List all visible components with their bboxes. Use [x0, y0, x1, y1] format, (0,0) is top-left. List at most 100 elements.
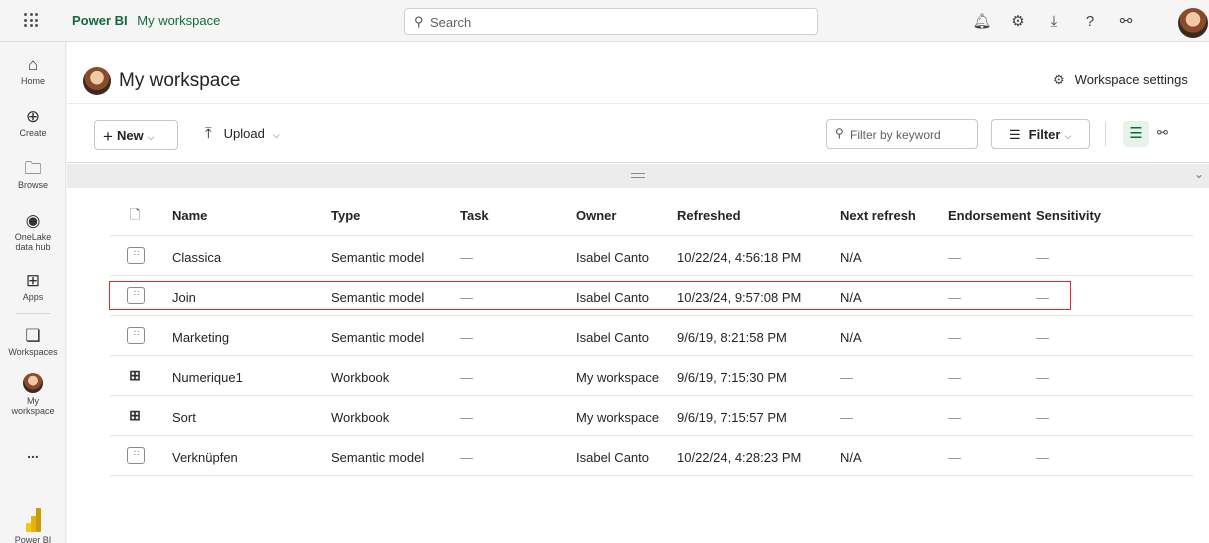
semantic-model-icon: ∷ [127, 247, 145, 264]
nav-divider [16, 313, 50, 314]
filter-button[interactable]: ☰ Filter ⌵ [991, 119, 1090, 149]
item-endorsement: — [948, 330, 961, 345]
semantic-model-icon: ∷ [127, 287, 145, 304]
column-header[interactable]: Refreshed [677, 208, 741, 223]
nav-onelake[interactable]: ◉ OneLake data hub [0, 211, 66, 253]
app-launcher-icon[interactable] [24, 13, 38, 27]
item-name[interactable]: Join [172, 290, 196, 305]
workspace-settings-label: Workspace settings [1074, 72, 1188, 87]
nav-more[interactable]: ... [0, 445, 66, 461]
app-name[interactable]: Power BI [72, 13, 128, 28]
toolbar-divider [1105, 122, 1106, 146]
breadcrumb-workspace[interactable]: My workspace [137, 13, 220, 28]
item-task: — [460, 450, 473, 465]
column-header[interactable]: Endorsement [948, 208, 1031, 223]
upload-button[interactable]: ⤒ Upload ⌵ [205, 125, 280, 142]
item-next-refresh: N/A [840, 330, 862, 345]
workspace-settings-button[interactable]: ⚙ Workspace settings [1053, 72, 1188, 88]
nav-label: data hub [15, 242, 51, 252]
nav-apps[interactable]: ⊞ Apps [0, 272, 66, 303]
item-endorsement: — [948, 290, 961, 305]
avatar [23, 373, 43, 393]
onelake-icon: ◉ [25, 211, 41, 230]
table-row[interactable]: ∷ Join Semantic model — Isabel Canto 10/… [110, 276, 1193, 316]
column-header[interactable]: Next refresh [840, 208, 916, 223]
item-task: — [460, 290, 473, 305]
item-next-refresh: N/A [840, 450, 862, 465]
nav-power-bi[interactable]: Power BI [0, 508, 66, 543]
list-view-icon[interactable]: ☰ [1123, 121, 1149, 147]
search-input[interactable]: ⚲ Search [404, 8, 818, 35]
item-name[interactable]: Verknüpfen [172, 450, 238, 465]
chevron-down-icon: ⌵ [1064, 131, 1072, 141]
item-name[interactable]: Numerique1 [172, 370, 243, 385]
workspace-header: My workspace ⚙ Workspace settings [67, 42, 1209, 104]
gear-icon[interactable]: ⚙ [1000, 12, 1036, 30]
nav-workspaces[interactable]: ❏ Workspaces [0, 327, 66, 358]
item-endorsement: — [948, 370, 961, 385]
lineage-view-icon[interactable]: ⚯ [1157, 125, 1168, 141]
table-row[interactable]: ∷ Verknüpfen Semantic model — Isabel Can… [110, 436, 1193, 476]
item-name[interactable]: Marketing [172, 330, 229, 345]
workbook-icon: ⊞ [129, 367, 141, 383]
nav-my-workspace[interactable]: My workspace [0, 373, 66, 416]
nav-label: Apps [22, 292, 44, 302]
table-row[interactable]: ∷ Marketing Semantic model — Isabel Cant… [110, 316, 1193, 356]
table-row[interactable]: ∷ Classica Semantic model — Isabel Canto… [110, 236, 1193, 276]
top-bar: Power BI My workspace ⚲ Search 🔔︎ ⚙ ⤓ ? … [0, 0, 1209, 42]
drag-handle-icon[interactable] [631, 173, 645, 178]
file-type-icon: 🗋 [130, 207, 141, 222]
semantic-model-icon: ∷ [127, 327, 145, 344]
column-header[interactable]: Sensitivity [1036, 208, 1101, 223]
collapse-icon[interactable]: ⌄ [1194, 167, 1204, 181]
share-icon[interactable]: ⚯ [1108, 12, 1144, 30]
item-type: Semantic model [331, 330, 425, 345]
item-type: Semantic model [331, 450, 425, 465]
filter-keyword-input[interactable]: ⚲ Filter by keyword [826, 119, 978, 149]
download-icon[interactable]: ⤓ [1036, 13, 1072, 30]
item-owner: Isabel Canto [576, 250, 649, 265]
account-avatar[interactable] [1178, 8, 1208, 38]
folder-icon: 🗀 [24, 159, 42, 178]
item-sensitivity: — [1036, 410, 1049, 425]
column-header[interactable]: Name [172, 208, 207, 223]
nav-label: Browse [17, 180, 48, 190]
item-refreshed: 10/23/24, 9:57:08 PM [677, 290, 802, 305]
workbook-icon: ⊞ [129, 407, 141, 423]
table-row[interactable]: ⊞ Numerique1 Workbook — My workspace 9/6… [110, 356, 1193, 396]
nav-label: Create [19, 128, 47, 138]
bell-icon[interactable]: 🔔︎ [964, 12, 1000, 30]
filter-label: Filter [1028, 127, 1061, 142]
item-task: — [460, 330, 473, 345]
chevron-down-icon: ⌵ [272, 130, 280, 140]
item-sensitivity: — [1036, 290, 1049, 305]
column-header[interactable]: Type [331, 208, 360, 223]
table-row[interactable]: ⊞ Sort Workbook — My workspace 9/6/19, 7… [110, 396, 1193, 436]
nav-browse[interactable]: 🗀 Browse [0, 159, 66, 191]
more-icon: ... [27, 445, 39, 461]
item-endorsement: — [948, 410, 961, 425]
item-type: Semantic model [331, 250, 425, 265]
new-button[interactable]: + New ⌵ [94, 120, 178, 150]
nav-create[interactable]: ⊕ Create [0, 108, 66, 139]
item-owner: Isabel Canto [576, 290, 649, 305]
semantic-model-icon: ∷ [127, 447, 145, 464]
item-owner: Isabel Canto [576, 330, 649, 345]
item-refreshed: 10/22/24, 4:28:23 PM [677, 450, 802, 465]
item-refreshed: 9/6/19, 8:21:58 PM [677, 330, 787, 345]
chevron-down-icon: ⌵ [147, 132, 155, 142]
pane-splitter[interactable]: ⌄ [67, 164, 1209, 188]
help-icon[interactable]: ? [1072, 13, 1108, 30]
item-refreshed: 10/22/24, 4:56:18 PM [677, 250, 802, 265]
item-name[interactable]: Classica [172, 250, 221, 265]
item-task: — [460, 410, 473, 425]
item-name[interactable]: Sort [172, 410, 196, 425]
item-sensitivity: — [1036, 450, 1049, 465]
column-header[interactable]: Owner [576, 208, 616, 223]
main-content: My workspace ⚙ Workspace settings + New ⌵ ⤒… [67, 42, 1209, 543]
item-type: Workbook [331, 370, 390, 385]
column-header[interactable]: Task [460, 208, 489, 223]
item-owner: My workspace [576, 370, 660, 385]
home-icon: ⌂ [27, 55, 39, 74]
nav-home[interactable]: ⌂ Home [0, 55, 66, 87]
